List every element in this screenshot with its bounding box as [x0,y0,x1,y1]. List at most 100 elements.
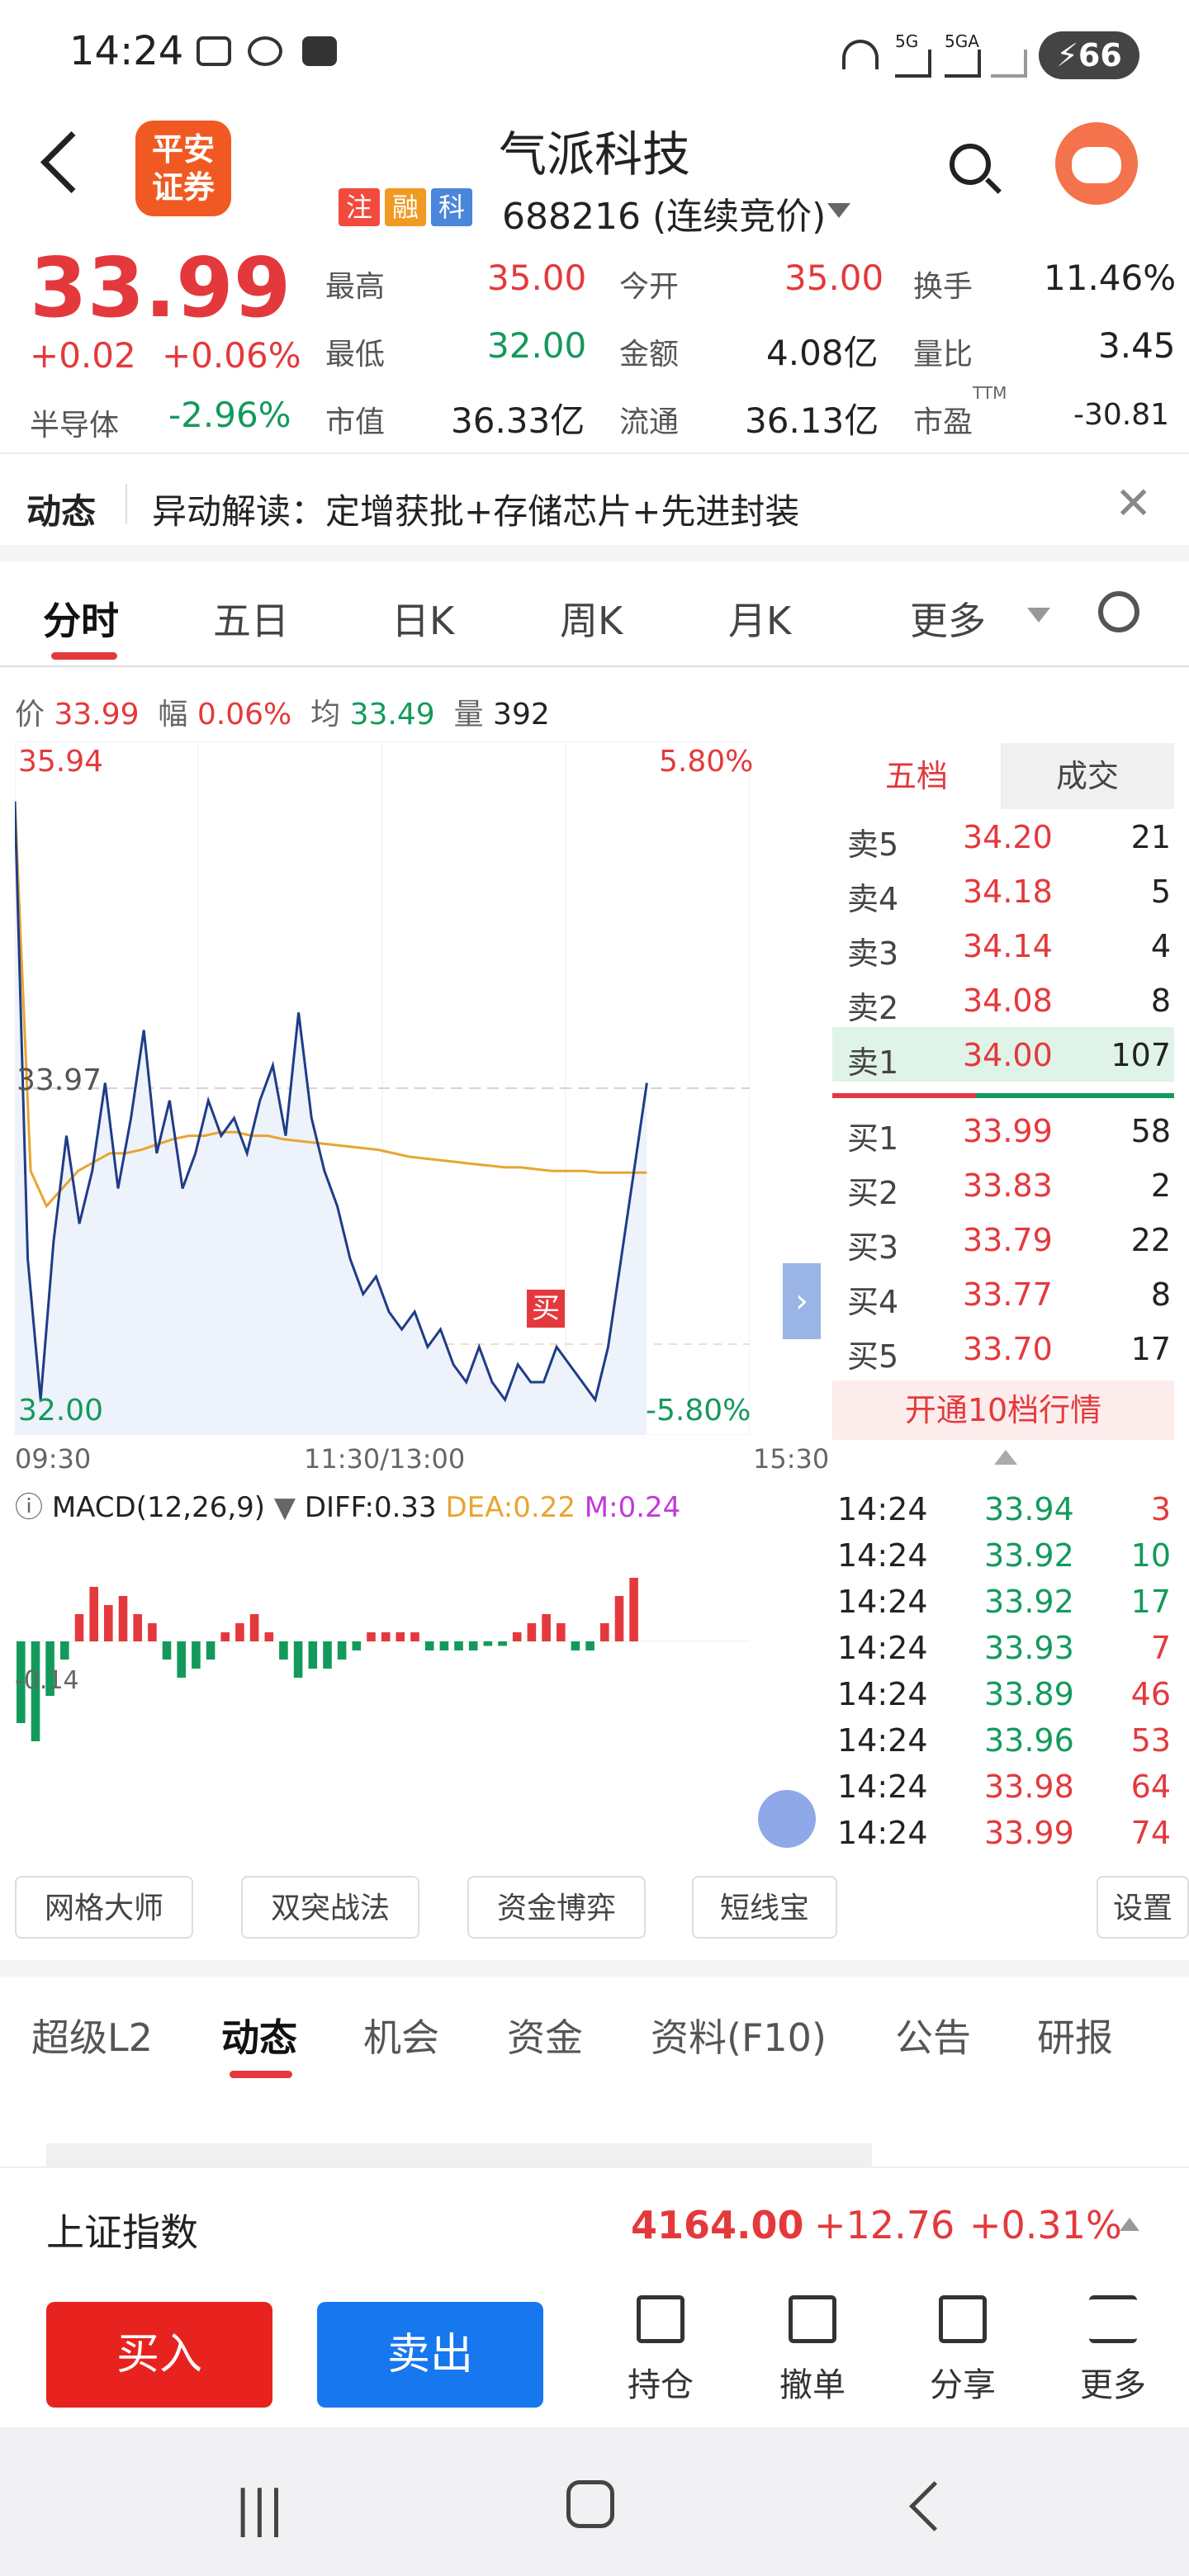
btab-research[interactable]: 研报 [1037,2008,1113,2062]
tab-intraday[interactable]: 分时 [43,591,119,646]
macd-bar [542,1614,551,1641]
macd-bar [512,1632,522,1641]
x-label-open: 09:30 [15,1443,92,1475]
share-action[interactable]: 分享 [913,2295,1012,2406]
tab-five-levels[interactable]: 五档 [832,743,1001,809]
macd-bar [206,1641,216,1660]
collapse-up-icon[interactable] [994,1450,1017,1465]
avatar[interactable] [1055,122,1138,205]
index-expand-icon[interactable] [1120,2218,1139,2231]
trade-row: 14:24 33.96 53 [837,1716,1174,1762]
menu-icon [1089,2295,1137,2343]
search-icon[interactable] [950,144,991,185]
bid-row[interactable]: 买3 33.79 22 [832,1212,1174,1267]
macd-bar [279,1641,288,1660]
tab-more[interactable]: 更多 [910,591,986,646]
trade-time: 14:24 [837,1769,928,1805]
tab-monthly-k[interactable]: 月K [728,591,791,646]
back-nav-icon[interactable] [909,2481,959,2531]
macd-diff: DIFF:0.33 [304,1491,437,1524]
sell-button[interactable]: 卖出 [317,2302,543,2408]
macd-bar [396,1632,405,1641]
btab-opportunity[interactable]: 机会 [363,2008,439,2062]
bid-level: 买2 [847,1175,899,1211]
bid-price: 33.79 [963,1222,1053,1258]
sector-label[interactable]: 半导体 [30,401,119,444]
code-dropdown-icon[interactable] [827,203,850,218]
bid-row[interactable]: 买1 33.99 58 [832,1103,1174,1158]
index-pct: +0.31% [969,2203,1122,2247]
tool-settings[interactable]: 设置 [1097,1876,1189,1939]
info-vol: 392 [493,698,550,732]
btab-news[interactable]: 动态 [221,2008,297,2062]
ask-row[interactable]: 卖4 34.18 5 [832,864,1174,918]
ask-row[interactable]: 卖5 34.20 21 [832,809,1174,864]
hold-action[interactable]: 持仓 [611,2295,710,2406]
ask-row[interactable]: 卖3 34.14 4 [832,918,1174,973]
ask-row[interactable]: 卖2 34.08 8 [832,973,1174,1027]
home-icon[interactable] [566,2480,614,2528]
tool-short-term[interactable]: 短线宝 [692,1876,837,1939]
bid-volume: 17 [1130,1331,1171,1367]
share-icon [939,2295,987,2343]
btab-f10[interactable]: 资料(F10) [651,2008,827,2062]
bid-row[interactable]: 买4 33.77 8 [832,1267,1174,1321]
macd-chart: -0.14 [15,1526,816,1848]
macd-bar [557,1623,566,1641]
info-vol-label: 量 [453,698,484,732]
back-arrow-icon[interactable] [40,131,102,193]
macd-bar [614,1596,624,1641]
news-text[interactable]: 异动解读：定增获批+存储芯片+先进封装 [152,484,799,534]
trade-row: 14:24 33.89 46 [837,1669,1174,1716]
cancel-order-icon [789,2295,836,2343]
news-bar[interactable]: 动态 异动解读：定增获批+存储芯片+先进封装 ✕ [0,452,1189,552]
ask-level: 卖5 [847,826,899,863]
tab-daily-k[interactable]: 日K [391,591,454,646]
buy-marker[interactable]: 买 [527,1290,565,1328]
trade-volume: 46 [1130,1676,1171,1712]
bid-row[interactable]: 买2 33.83 2 [832,1158,1174,1212]
network-5ga-label: 5GA [945,31,979,51]
open-label: 今开 [619,270,680,304]
btab-capital[interactable]: 资金 [507,2008,583,2062]
tab-five-day[interactable]: 五日 [213,591,289,646]
trade-volume: 17 [1130,1584,1171,1620]
avatar-face [1072,147,1121,183]
trade-row: 14:24 33.93 7 [837,1623,1174,1669]
open-level10-button[interactable]: 开通10档行情 [832,1380,1174,1440]
fullscreen-icon[interactable] [758,1790,816,1848]
tab-transactions[interactable]: 成交 [1001,743,1174,809]
expand-panel-button[interactable]: › [783,1263,821,1339]
macd-dropdown-icon[interactable]: ▼ [274,1491,296,1524]
macd-header[interactable]: ⓘ MACD(12,26,9) ▼ DIFF:0.33 DEA:0.22 M:0… [15,1485,750,1526]
bid-row[interactable]: 买5 33.70 17 [832,1321,1174,1376]
tab-active-underline [51,652,117,660]
pe-value: -30.81 [1073,398,1170,432]
mcap-value: 36.33亿 [451,400,585,441]
tab-weekly-k[interactable]: 周K [560,591,623,646]
tool-capital-game[interactable]: 资金博弈 [467,1876,646,1939]
trade-row: 14:24 33.98 64 [837,1762,1174,1808]
more-action[interactable]: 更多 [1063,2295,1163,2406]
ask-row[interactable]: 卖1 34.00 107 [832,1027,1174,1082]
broker-logo[interactable]: 平安 证券 [135,121,231,216]
close-icon[interactable]: ✕ [1115,477,1152,529]
macd-svg [15,1578,750,1741]
btab-announcements[interactable]: 公告 [895,2008,971,2062]
gear-icon[interactable] [1098,591,1139,632]
index-bar[interactable]: 上证指数 4164.00 +12.76 +0.31% [0,2166,1189,2282]
ask-volume: 107 [1111,1037,1171,1073]
more-dropdown-icon[interactable] [1027,608,1050,623]
tag-registration: 注 [339,188,380,226]
ask-price: 34.20 [963,819,1053,855]
cancel-action[interactable]: 撤单 [763,2295,862,2406]
intraday-chart[interactable]: 35.94 32.00 33.97 5.80% -5.80% 买 [13,741,753,1436]
tool-grid-master[interactable]: 网格大师 [15,1876,193,1939]
recent-apps-icon[interactable]: ||| [234,2480,285,2538]
buy-button[interactable]: 买入 [46,2302,272,2408]
tool-double-breakout[interactable]: 双突战法 [241,1876,419,1939]
ask-volume: 4 [1150,928,1171,964]
stock-code[interactable]: 688216 (连续竞价) [502,187,826,239]
btab-super-l2[interactable]: 超级L2 [31,2008,153,2062]
trade-time: 14:24 [837,1537,928,1574]
